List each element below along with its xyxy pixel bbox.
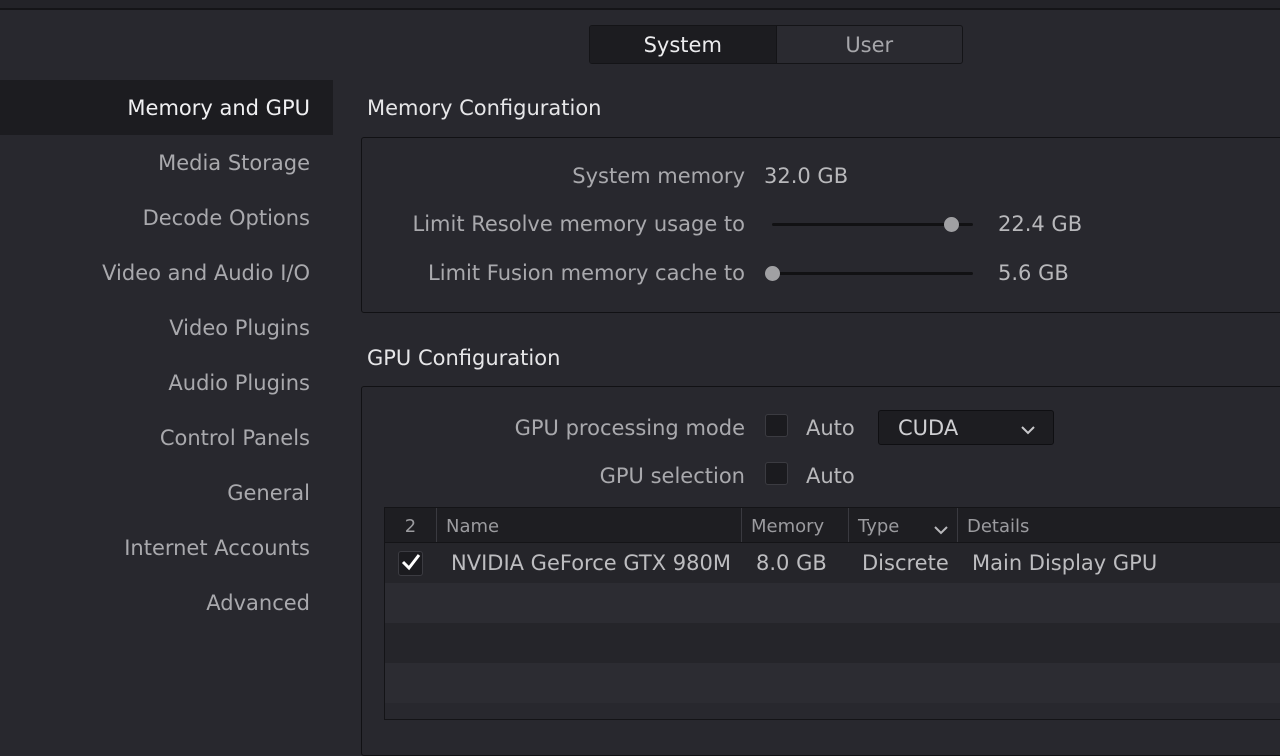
checkmark-icon (401, 553, 421, 575)
slider-handle[interactable] (943, 217, 959, 232)
column-header-count[interactable]: 2 (385, 508, 437, 542)
chevron-down-icon (1020, 421, 1036, 440)
column-header-name[interactable]: Name (437, 508, 742, 542)
column-header-details[interactable]: Details (958, 508, 1280, 542)
sidebar-item-memory-and-gpu[interactable]: Memory and GPU (0, 80, 333, 135)
table-row-empty (385, 663, 1280, 703)
system-memory-label: System memory (572, 164, 745, 188)
fusion-cache-limit-slider[interactable] (765, 263, 973, 283)
slider-handle[interactable] (765, 266, 780, 281)
resolve-memory-limit-slider[interactable] (772, 214, 973, 234)
settings-scope-tabs: System User (589, 25, 963, 64)
gpu-table-header: 2 Name Memory Type Details (385, 508, 1280, 543)
column-header-type[interactable]: Type (849, 508, 958, 542)
gpu-selection-auto-checkbox[interactable] (765, 462, 788, 485)
sidebar-item-decode-options[interactable]: Decode Options (0, 190, 333, 245)
system-memory-value: 32.0 GB (764, 164, 849, 188)
tab-system[interactable]: System (590, 26, 777, 63)
resolve-memory-limit-label: Limit Resolve memory usage to (412, 212, 746, 236)
sidebar-item-audio-plugins[interactable]: Audio Plugins (0, 355, 333, 410)
column-header-memory[interactable]: Memory (742, 508, 849, 542)
gpu-processing-mode-label: GPU processing mode (514, 416, 745, 440)
slider-track (772, 272, 973, 275)
gpu-name: NVIDIA GeForce GTX 980M (451, 551, 731, 575)
gpu-table: 2 Name Memory Type Details NVIDIA GeForc… (384, 507, 1280, 720)
gpu-processing-mode-value: CUDA (898, 416, 959, 440)
sidebar-item-control-panels[interactable]: Control Panels (0, 410, 333, 465)
top-divider (0, 0, 1280, 10)
fusion-cache-limit-label: Limit Fusion memory cache to (428, 261, 745, 285)
gpu-row-checkbox[interactable] (398, 551, 423, 576)
gpu-selection-auto-label: Auto (806, 464, 855, 488)
gpu-processing-mode-select[interactable]: CUDA (878, 410, 1054, 445)
gpu-configuration-title: GPU Configuration (367, 346, 561, 370)
sidebar-item-internet-accounts[interactable]: Internet Accounts (0, 520, 333, 575)
sidebar-item-advanced[interactable]: Advanced (0, 575, 333, 630)
fusion-cache-limit-value: 5.6 GB (998, 261, 1069, 285)
gpu-processing-auto-checkbox[interactable] (765, 414, 788, 437)
gpu-type: Discrete (862, 551, 949, 575)
gpu-details: Main Display GPU (972, 551, 1158, 575)
sidebar-item-general[interactable]: General (0, 465, 333, 520)
table-row-empty (385, 623, 1280, 663)
memory-configuration-title: Memory Configuration (367, 96, 602, 120)
sidebar-item-video-and-audio-io[interactable]: Video and Audio I/O (0, 245, 333, 300)
table-row[interactable]: NVIDIA GeForce GTX 980M 8.0 GB Discrete … (385, 543, 1280, 583)
sidebar-item-media-storage[interactable]: Media Storage (0, 135, 333, 190)
column-header-type-label: Type (858, 516, 900, 537)
resolve-memory-limit-value: 22.4 GB (998, 212, 1083, 236)
table-row-empty (385, 583, 1280, 623)
gpu-processing-auto-label: Auto (806, 416, 855, 440)
sidebar: Memory and GPU Media Storage Decode Opti… (0, 80, 333, 630)
gpu-selection-label: GPU selection (599, 464, 745, 488)
tab-user[interactable]: User (777, 26, 963, 63)
gpu-memory: 8.0 GB (756, 551, 827, 575)
sidebar-item-video-plugins[interactable]: Video Plugins (0, 300, 333, 355)
slider-track (772, 223, 973, 226)
